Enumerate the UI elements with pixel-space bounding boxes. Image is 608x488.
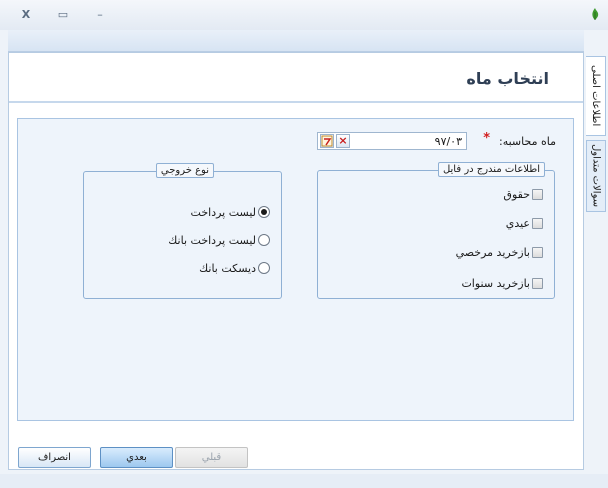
output-type-group: نوع خروجي ليست پرداخت ليست پرداخت بانك د… (83, 163, 282, 299)
main-panel: انتخاب ماه ماه محاسبه: * ۹۷/۰۳ × اطلاعات… (8, 52, 584, 470)
radio-button[interactable] (258, 234, 270, 246)
radio-button[interactable] (258, 262, 270, 274)
leaf-icon (592, 8, 599, 20)
window-minimize-button[interactable]: – (92, 8, 108, 22)
checkbox-box[interactable] (532, 246, 543, 258)
radio-bank-diskette[interactable]: ديسكت بانك (199, 260, 270, 276)
radio-payment-list[interactable]: ليست پرداخت (191, 204, 270, 220)
clear-icon[interactable]: × (336, 134, 350, 148)
window-close-button[interactable]: X (18, 8, 34, 22)
checkbox-label: بازخريد سنوات (461, 276, 530, 290)
tab-main-info[interactable]: اطلاعات اصلی (586, 56, 606, 136)
radio-label: ليست پرداخت (190, 205, 256, 219)
month-input[interactable]: ۹۷/۰۳ × (317, 132, 467, 150)
radio-button[interactable] (258, 206, 270, 218)
calendar-icon[interactable] (320, 134, 334, 148)
checkbox-leave-buyout[interactable]: بازخريد مرخصي (456, 244, 543, 260)
tab-faq[interactable]: سوالات متداول (586, 140, 606, 212)
checkbox-service-buyout[interactable]: بازخريد سنوات (461, 275, 543, 291)
file-contents-title: اطلاعات مندرج در فایل (437, 162, 545, 177)
checkbox-label: بازخريد مرخصي (455, 245, 530, 259)
window-maximize-button[interactable]: ▭ (55, 8, 71, 22)
ribbon-strip (8, 30, 584, 52)
window-titlebar: X ▭ – (0, 0, 608, 30)
radio-label: ديسكت بانك (199, 261, 256, 275)
file-contents-group: اطلاعات مندرج در فایل حقوق عیدي بازخريد … (317, 162, 555, 299)
page-title: انتخاب ماه (466, 69, 549, 88)
checkbox-label: حقوق (503, 187, 530, 201)
radio-bank-payment-list[interactable]: ليست پرداخت بانك (168, 232, 270, 248)
title-divider (9, 101, 583, 103)
next-button[interactable]: بعدي (100, 447, 173, 468)
radio-label: ليست پرداخت بانك (168, 233, 256, 247)
content-area: ماه محاسبه: * ۹۷/۰۳ × اطلاعات مندرج در ف… (17, 118, 574, 421)
checkbox-box[interactable] (532, 217, 543, 229)
month-value[interactable]: ۹۷/۰۳ (435, 135, 462, 148)
checkbox-bonus[interactable]: عیدي (506, 215, 543, 231)
checkbox-label: عیدي (505, 216, 530, 230)
cancel-button[interactable]: انصراف (18, 447, 91, 468)
previous-button[interactable]: قبلي (175, 447, 248, 468)
required-mark: * (483, 131, 490, 146)
checkbox-salary[interactable]: حقوق (503, 186, 543, 202)
output-type-title: نوع خروجي (155, 163, 214, 178)
bottom-strip (0, 474, 608, 488)
checkbox-box[interactable] (532, 188, 543, 200)
checkbox-box[interactable] (532, 277, 543, 289)
month-label: ماه محاسبه: (499, 135, 556, 148)
